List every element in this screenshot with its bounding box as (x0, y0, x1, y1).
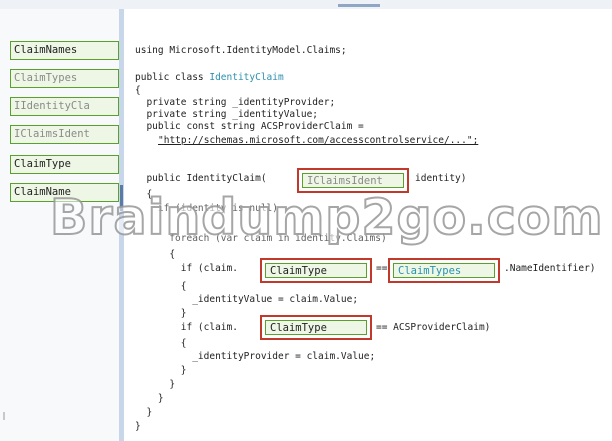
code-if1-prefix: if (claim. (135, 263, 238, 274)
code-line-if2-close: } (135, 365, 187, 376)
code-line-class-close: } (135, 421, 141, 432)
slot-value-claim-types[interactable]: ClaimTypes (393, 263, 495, 278)
code-if2-prefix: if (claim. (135, 322, 238, 333)
drop-slot-claim-types[interactable]: ClaimTypes (388, 258, 500, 283)
code-line-if-null-close: } (135, 393, 164, 404)
slot-value-claim-type-2[interactable]: ClaimType (265, 320, 367, 335)
code-if2-suffix: == ACSProviderClaim) (376, 322, 491, 333)
code-if1-operator: == (376, 263, 388, 274)
resize-grip-icon[interactable] (338, 4, 380, 7)
option-claimtypes[interactable]: ClaimTypes (10, 69, 119, 88)
option-claimname[interactable]: ClaimName (10, 183, 119, 202)
code-line-if2-open: { (135, 338, 187, 349)
option-iclaimsidentity[interactable]: IClaimsIdent (10, 125, 119, 144)
code-if1-suffix: .NameIdentifier) (504, 263, 596, 274)
drop-slot-claim-type-2[interactable]: ClaimType (260, 315, 372, 340)
top-toolbar (0, 0, 612, 9)
code-line-field2: private string _identityValue; (135, 109, 319, 120)
scroll-marker (3, 412, 5, 420)
answer-options-panel: ClaimNames ClaimTypes IIdentityCla IClai… (0, 9, 119, 441)
slot-value-claim-type-1[interactable]: ClaimType (265, 263, 367, 278)
splitter-grip-icon[interactable] (120, 185, 123, 211)
code-line-foreach-open: { (135, 249, 176, 260)
drop-slot-ctor-parameter[interactable]: IClaimsIdent (297, 168, 409, 193)
code-line-foreach: foreach (var claim in identity.Claims) (135, 233, 387, 244)
code-line-assign-value: _identityValue = claim.Value; (135, 294, 359, 305)
option-iidentityclaim[interactable]: IIdentityCla (10, 97, 119, 116)
code-ctor-suffix: identity) (415, 173, 467, 184)
code-line-ctor-open: { (135, 189, 153, 200)
code-line-const-value: "http://schemas.microsoft.com/accesscont… (158, 135, 479, 146)
code-line-field1: private string _identityProvider; (135, 97, 336, 108)
code-class-prefix: public class (135, 72, 210, 83)
code-line-foreach-close: } (135, 379, 176, 390)
slot-value-ctor-parameter[interactable]: IClaimsIdent (302, 173, 404, 188)
option-claimnames[interactable]: ClaimNames (10, 41, 119, 60)
code-line-if1-close: } (135, 308, 187, 319)
code-line-ctor-close: } (135, 407, 153, 418)
drop-slot-claim-type-1[interactable]: ClaimType (260, 258, 372, 283)
option-claimtype[interactable]: ClaimType (10, 155, 119, 174)
code-line-if1-open: { (135, 281, 187, 292)
code-line-const-decl: public const string ACSProviderClaim = (135, 121, 364, 132)
code-editor: using Microsoft.IdentityModel.Claims; pu… (124, 9, 612, 441)
code-line-using: using Microsoft.IdentityModel.Claims; (135, 45, 347, 56)
code-class-name: IdentityClaim (209, 72, 284, 83)
code-line-assign-provider: _identityProvider = claim.Value; (135, 351, 376, 362)
code-line-open-brace: { (135, 85, 141, 96)
code-line-class: public class IdentityClaim (135, 72, 284, 84)
code-ctor-prefix: public IdentityClaim( (135, 173, 267, 184)
code-line-if-null: if (identity is null) (135, 203, 278, 214)
